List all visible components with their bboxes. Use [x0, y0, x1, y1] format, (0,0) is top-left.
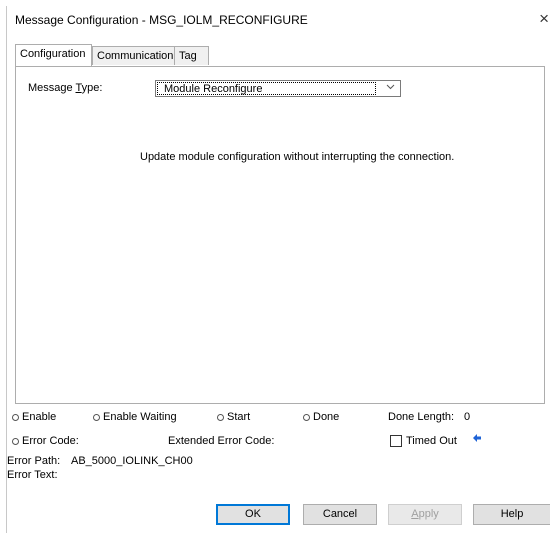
done-length-label: Done Length: — [388, 411, 455, 423]
error-code-indicator: Error Code: — [12, 435, 79, 447]
message-type-label: Message Type: — [28, 82, 103, 94]
done-indicator: Done — [303, 411, 339, 423]
checkbox-box-icon[interactable] — [390, 435, 402, 447]
extended-error-code-label: Extended Error Code: — [168, 435, 275, 447]
title-bar: Message Configuration - MSG_IOLM_RECONFI… — [7, 6, 550, 36]
chevron-down-icon[interactable] — [386, 82, 395, 93]
close-icon[interactable]: × — [539, 9, 549, 29]
timed-out-checkbox[interactable]: Timed Out — [390, 435, 457, 447]
enable-indicator: Enable — [12, 411, 56, 423]
error-path-label: Error Path: — [7, 455, 61, 467]
start-indicator: Start — [217, 411, 250, 423]
pointer-arrow-icon — [473, 434, 481, 445]
done-length-value: 0 — [464, 411, 471, 423]
message-type-value: Module Reconfigure — [157, 82, 376, 95]
apply-button[interactable]: Apply — [388, 504, 462, 525]
message-configuration-dialog: Message Configuration - MSG_IOLM_RECONFI… — [6, 6, 550, 533]
tab-configuration[interactable]: Configuration — [15, 44, 92, 66]
radio-circle-icon — [12, 413, 19, 421]
cancel-button[interactable]: Cancel — [303, 504, 377, 525]
message-type-description: Update module configuration without inte… — [140, 151, 455, 163]
configuration-panel: Message Type: Module Reconfigure Update … — [15, 66, 545, 404]
message-type-select[interactable]: Module Reconfigure — [155, 80, 401, 97]
radio-circle-icon — [12, 437, 19, 445]
error-text-label: Error Text: — [7, 469, 58, 481]
window-title: Message Configuration - MSG_IOLM_RECONFI… — [15, 13, 308, 27]
radio-circle-icon — [217, 413, 224, 421]
radio-circle-icon — [93, 413, 100, 421]
help-button[interactable]: Help — [473, 504, 550, 525]
tab-tag[interactable]: Tag — [174, 46, 209, 65]
enable-waiting-indicator: Enable Waiting — [93, 411, 177, 423]
tab-communication[interactable]: Communication — [92, 46, 175, 65]
ok-button[interactable]: OK — [216, 504, 290, 525]
error-path-value: AB_5000_IOLINK_CH00 — [71, 455, 193, 467]
radio-circle-icon — [303, 413, 310, 421]
